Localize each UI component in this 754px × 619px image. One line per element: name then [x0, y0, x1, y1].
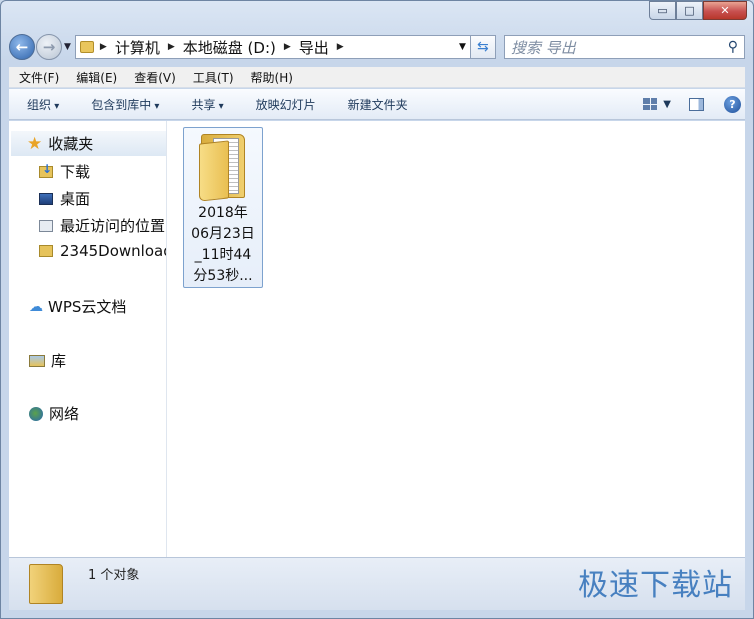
body-area: ★ 收藏夹 下载 桌面 最近访问的位置 2345Downloads ☁ WP: [9, 121, 745, 557]
refresh-icon: ⇆: [477, 39, 489, 55]
menu-edit[interactable]: 编辑(E): [66, 69, 124, 86]
back-button[interactable]: ←: [9, 34, 35, 60]
preview-pane-icon[interactable]: [689, 97, 704, 111]
star-icon: ★: [27, 133, 43, 154]
menu-tools[interactable]: 工具(T): [183, 69, 241, 86]
file-list: 2018年 06月23日 _11时44 分53秒...: [167, 121, 745, 557]
sidebar-item-label: 下载: [60, 163, 91, 181]
address-dropdown-icon[interactable]: ▼: [459, 42, 466, 52]
sidebar-item-label: 收藏夹: [48, 135, 94, 153]
downloads-folder-icon: [39, 162, 53, 178]
sidebar-item-2345downloads[interactable]: 2345Downloads: [39, 242, 166, 260]
command-bar: 组织 包含到库中 共享 放映幻灯片 新建文件夹 ▼ ?: [9, 89, 745, 120]
view-controls: ▼ ?: [643, 95, 745, 113]
chevron-right-icon[interactable]: ▶: [100, 42, 107, 52]
explorer-window: ▭ □ ✕ ← → ▼ ▶ 计算机 ▶ 本地磁盘 (D:) ▶ 导出 ▶ ▼ ⇆…: [0, 0, 754, 619]
new-folder-button[interactable]: 新建文件夹: [330, 96, 422, 113]
menu-help[interactable]: 帮助(H): [241, 69, 300, 86]
sidebar-item-label: 桌面: [60, 190, 91, 208]
include-in-library-button[interactable]: 包含到库中: [73, 96, 173, 113]
recent-pages-dropdown-icon[interactable]: ▼: [64, 42, 71, 52]
slideshow-button[interactable]: 放映幻灯片: [238, 96, 330, 113]
file-name-line: 分53秒...: [193, 268, 253, 284]
menu-file[interactable]: 文件(F): [9, 69, 66, 86]
desktop-icon: [39, 192, 53, 205]
views-dropdown-icon[interactable]: ▼: [663, 99, 671, 110]
folder-icon: [197, 132, 249, 202]
sidebar-item-label: 2345Downloads: [60, 242, 166, 260]
organize-button[interactable]: 组织: [9, 96, 73, 113]
sidebar-item-downloads[interactable]: 下载: [39, 161, 90, 182]
help-icon[interactable]: ?: [724, 95, 741, 113]
views-icon[interactable]: [643, 98, 658, 110]
folder-icon: [29, 564, 63, 604]
sidebar-item-favorites[interactable]: ★ 收藏夹: [11, 131, 166, 156]
file-name-line: 06月23日: [191, 226, 255, 242]
chevron-right-icon[interactable]: ▶: [337, 42, 344, 52]
address-bar[interactable]: ▶ 计算机 ▶ 本地磁盘 (D:) ▶ 导出 ▶ ▼: [74, 35, 471, 59]
sidebar-item-recent-places[interactable]: 最近访问的位置: [39, 215, 165, 236]
site-watermark: 极速下载站: [578, 568, 733, 603]
folder-icon: [79, 41, 94, 53]
maximize-button[interactable]: □: [676, 1, 703, 20]
breadcrumb-export[interactable]: 导出: [299, 37, 329, 58]
breadcrumb-computer[interactable]: 计算机: [115, 37, 160, 58]
status-bar: 1 个对象 极速下载站: [9, 557, 745, 610]
sidebar-item-label: WPS云文档: [48, 298, 127, 316]
sidebar-item-wps-cloud[interactable]: ☁ WPS云文档: [29, 296, 126, 317]
network-icon: [29, 406, 43, 421]
minimize-button[interactable]: ▭: [649, 1, 676, 20]
search-icon[interactable]: ⚲: [728, 39, 738, 55]
forward-button[interactable]: →: [36, 34, 62, 60]
breadcrumb-drive-d[interactable]: 本地磁盘 (D:): [183, 37, 276, 58]
caption-buttons: ▭ □ ✕: [649, 1, 747, 20]
chevron-right-icon[interactable]: ▶: [284, 42, 291, 52]
sidebar-item-network[interactable]: 网络: [29, 403, 79, 424]
close-button[interactable]: ✕: [703, 1, 747, 20]
folder-icon: [39, 245, 53, 257]
item-count: 1 个对象: [88, 568, 140, 583]
back-arrow-icon: ←: [15, 38, 29, 56]
menu-view[interactable]: 查看(V): [124, 69, 183, 86]
sidebar-item-label: 库: [51, 352, 67, 370]
navigation-row: ← → ▼ ▶ 计算机 ▶ 本地磁盘 (D:) ▶ 导出 ▶ ▼ ⇆ 搜索 导出…: [9, 32, 745, 62]
refresh-button[interactable]: ⇆: [470, 35, 496, 59]
search-placeholder: 搜索 导出: [510, 38, 576, 57]
chevron-right-icon[interactable]: ▶: [168, 42, 175, 52]
forward-arrow-icon: →: [42, 38, 56, 56]
navigation-pane: ★ 收藏夹 下载 桌面 最近访问的位置 2345Downloads ☁ WP: [9, 121, 167, 557]
library-icon: [29, 354, 45, 367]
cloud-icon: ☁: [29, 298, 43, 315]
search-input[interactable]: 搜索 导出 ⚲: [503, 35, 745, 59]
file-item[interactable]: 2018年 06月23日 _11时44 分53秒...: [183, 127, 263, 288]
file-name-line: _11时44: [194, 247, 252, 263]
menu-bar: 文件(F) 编辑(E) 查看(V) 工具(T) 帮助(H): [9, 67, 745, 88]
sidebar-item-desktop[interactable]: 桌面: [39, 188, 90, 209]
recent-places-icon: [39, 219, 53, 232]
file-name-line: 2018年: [198, 205, 248, 221]
sidebar-item-label: 网络: [49, 405, 80, 423]
sidebar-item-libraries[interactable]: 库: [29, 350, 66, 371]
file-name: 2018年 06月23日 _11时44 分53秒...: [191, 203, 255, 287]
share-button[interactable]: 共享: [173, 96, 237, 113]
sidebar-item-label: 最近访问的位置: [60, 217, 166, 235]
